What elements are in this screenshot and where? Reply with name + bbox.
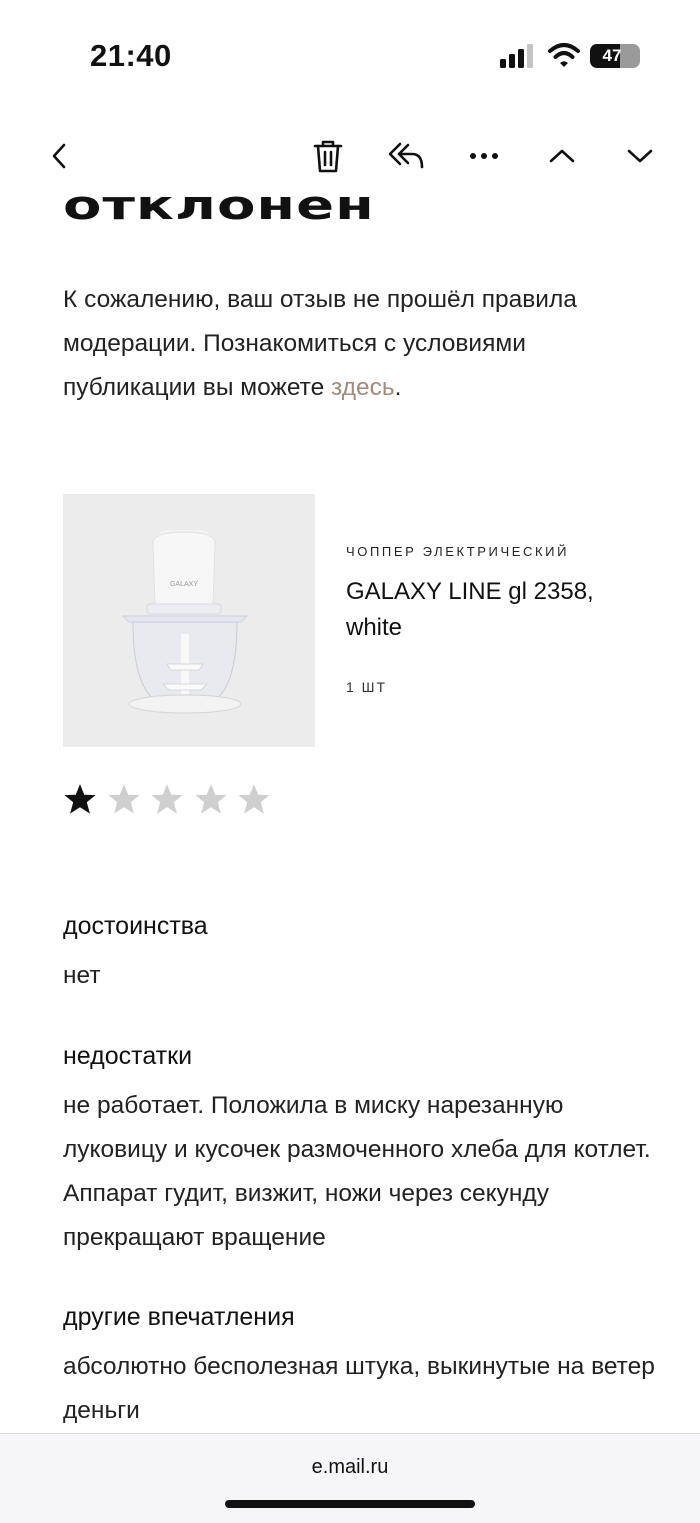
status-bar: 21:40 47 xyxy=(0,0,700,110)
moderation-text: К сожалению, ваш отзыв не прошёл правила… xyxy=(63,286,577,401)
moderation-message: К сожалению, ваш отзыв не прошёл правила… xyxy=(63,278,663,410)
chevron-down-icon xyxy=(627,149,653,163)
product-card: GALAXY ЧОППЕР ЭЛЕКТРИЧЕСКИЙ GALAXY LINE … xyxy=(63,494,663,748)
more-icon xyxy=(470,153,498,159)
more-button[interactable] xyxy=(462,136,506,176)
chopper-illustration: GALAXY xyxy=(121,530,249,714)
chevron-left-icon xyxy=(52,143,66,169)
battery-level: 47 xyxy=(602,46,622,65)
cellular-signal-icon xyxy=(500,44,533,68)
previous-message-button[interactable] xyxy=(540,136,584,176)
chevron-up-icon xyxy=(549,149,575,163)
rules-link[interactable]: здесь xyxy=(331,374,395,401)
back-button[interactable] xyxy=(38,136,82,176)
cons-text: не работает. Положила в миску нарезанную… xyxy=(63,1092,651,1251)
product-name[interactable]: GALAXY LINE gl 2358, white xyxy=(346,574,646,646)
next-message-button[interactable] xyxy=(618,136,662,176)
other-title: другие впечатления xyxy=(63,1303,295,1331)
trash-icon xyxy=(313,140,343,173)
cons-title: недостатки xyxy=(63,1042,193,1070)
wifi-icon xyxy=(548,43,580,67)
status-time: 21:40 xyxy=(90,38,172,73)
star-empty-icon xyxy=(238,784,270,814)
other-section: другие впечатления абсолютно бесполезная… xyxy=(63,1301,663,1433)
pros-title: достоинства xyxy=(63,912,208,940)
reply-all-button[interactable] xyxy=(384,136,428,176)
mail-toolbar xyxy=(0,128,700,184)
battery-tip xyxy=(636,52,639,60)
other-text: абсолютно бесполезная штука, выкинутые н… xyxy=(63,1353,655,1424)
reply-all-icon xyxy=(388,142,424,169)
product-image[interactable]: GALAXY xyxy=(63,494,315,747)
star-empty-icon xyxy=(194,784,227,814)
browser-bottom-bar: e.mail.ru xyxy=(0,1433,700,1523)
star-empty-icon xyxy=(151,784,183,814)
star-empty-icon xyxy=(107,784,140,814)
moderation-text-end: . xyxy=(394,374,402,401)
page-title: отклонен xyxy=(63,182,375,230)
delete-button[interactable] xyxy=(306,136,350,176)
star-filled-icon xyxy=(64,784,96,814)
product-quantity: 1 ШТ xyxy=(346,679,388,695)
rating-stars xyxy=(63,782,281,820)
product-category: ЧОППЕР ЭЛЕКТРИЧЕСКИЙ xyxy=(346,544,570,559)
brand-label: GALAXY xyxy=(170,581,198,588)
url-label[interactable]: e.mail.ru xyxy=(0,1456,700,1479)
home-indicator[interactable] xyxy=(225,1500,475,1508)
cons-section: недостатки не работает. Положила в миску… xyxy=(63,1040,663,1260)
pros-section: достоинства нет xyxy=(63,910,663,998)
battery-icon: 47 xyxy=(590,44,640,68)
pros-text: нет xyxy=(63,962,101,989)
